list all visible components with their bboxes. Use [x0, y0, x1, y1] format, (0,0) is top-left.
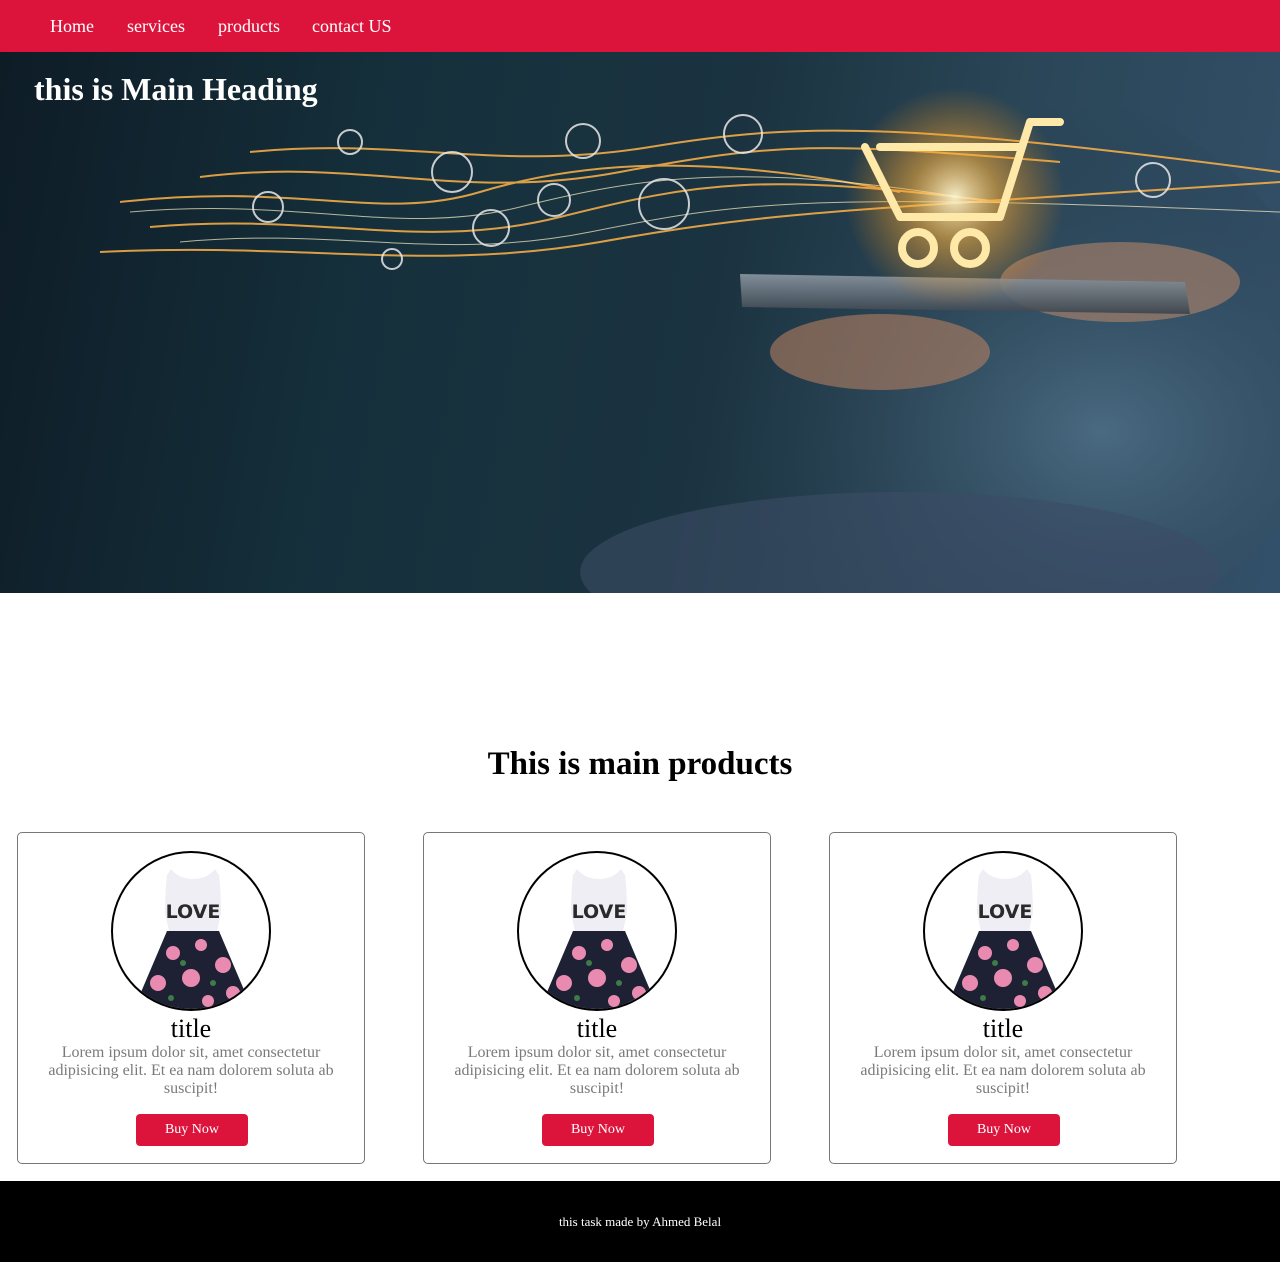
hero-banner: this is Main Heading [0, 52, 1280, 593]
product-image: LOVE [111, 851, 271, 1011]
product-title: title [982, 1014, 1024, 1043]
products-heading: This is main products [487, 746, 793, 782]
buy-now-button[interactable]: Buy Now [542, 1114, 654, 1146]
svg-text:LOVE: LOVE [166, 901, 221, 923]
love-dress-icon: LOVE [945, 869, 1065, 1009]
product-card: LOVE title Lorem ipsum dolor sit, amet c… [423, 832, 771, 1164]
footer-credit: this task made by Ahmed Belal [558, 1214, 722, 1229]
nav-link-home[interactable]: Home [50, 14, 94, 38]
product-image: LOVE [517, 851, 677, 1011]
product-image: LOVE [923, 851, 1083, 1011]
top-navbar: Home services products contact US [0, 0, 1280, 52]
svg-text:LOVE: LOVE [978, 901, 1033, 923]
product-card: LOVE title Lorem ipsum dolor sit, amet c… [829, 832, 1177, 1164]
hero-heading: this is Main Heading [34, 71, 318, 107]
hero-background-image [99, 72, 1280, 593]
love-dress-icon: LOVE [133, 869, 253, 1009]
svg-text:LOVE: LOVE [572, 901, 627, 923]
product-title: title [170, 1014, 212, 1043]
buy-now-button[interactable]: Buy Now [948, 1114, 1060, 1146]
product-description: Lorem ipsum dolor sit, amet consectetur … [48, 1044, 334, 1097]
nav-link-contact[interactable]: contact US [312, 14, 391, 38]
buy-now-button[interactable]: Buy Now [136, 1114, 248, 1146]
product-title: title [576, 1014, 618, 1043]
product-description: Lorem ipsum dolor sit, amet consectetur … [860, 1044, 1146, 1097]
footer: this task made by Ahmed Belal [0, 1181, 1280, 1262]
product-description: Lorem ipsum dolor sit, amet consectetur … [454, 1044, 740, 1097]
nav-link-products[interactable]: products [218, 14, 280, 38]
product-card: LOVE title Lorem ipsum dolor sit, amet c… [17, 832, 365, 1164]
love-dress-icon: LOVE [539, 869, 659, 1009]
nav-link-services[interactable]: services [127, 14, 185, 38]
